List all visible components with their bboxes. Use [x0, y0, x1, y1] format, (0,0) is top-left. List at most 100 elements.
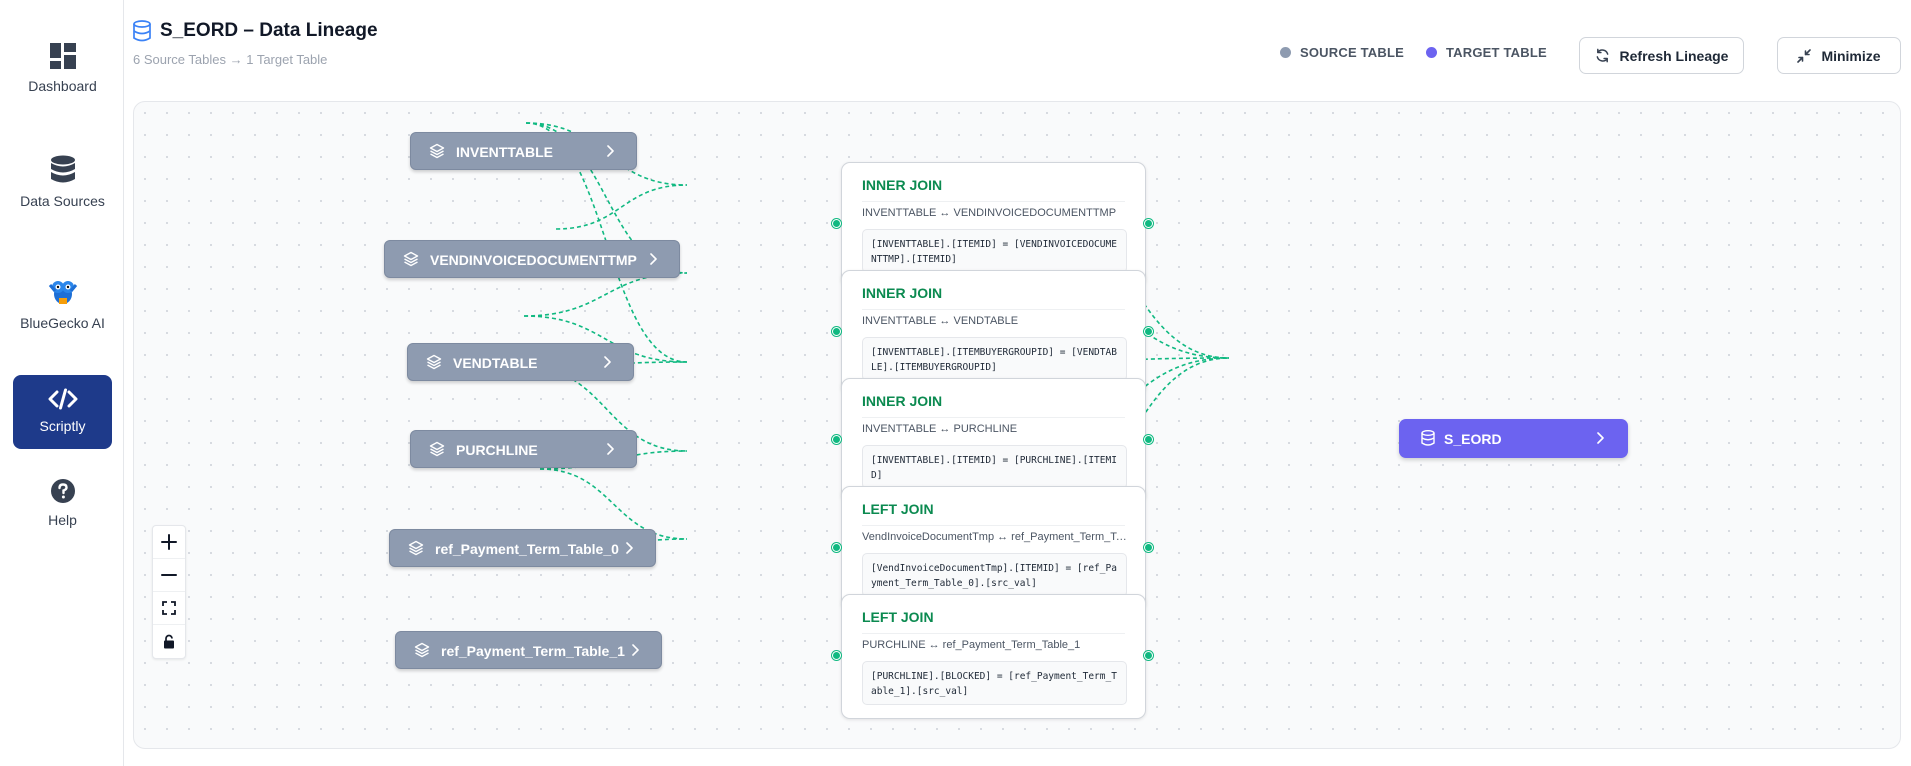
join-input-handle[interactable] — [832, 651, 841, 660]
target-legend-dot — [1426, 47, 1437, 58]
legend-target: TARGET TABLE — [1426, 45, 1547, 60]
join-input-handle[interactable] — [832, 327, 841, 336]
lock-icon — [164, 634, 174, 649]
minus-icon — [161, 574, 177, 576]
join-card[interactable]: INNER JOIN INVENTTABLE ↔ PURCHLINE [INVE… — [841, 378, 1146, 503]
zoom-controls — [152, 525, 186, 659]
source-node-inventtable[interactable]: INVENTTABLE — [410, 132, 637, 170]
refresh-icon — [1596, 48, 1608, 63]
join-output-handle[interactable] — [1144, 651, 1153, 660]
join-card[interactable]: INNER JOIN INVENTTABLE ↔ VENDINVOICEDOCU… — [841, 162, 1146, 287]
join-output-handle[interactable] — [1144, 435, 1153, 444]
database-icon — [1421, 430, 1435, 446]
source-node-label: ref_Payment_Term_Table_0 — [435, 541, 619, 557]
join-relation: INVENTTABLE ↔ VENDTABLE — [862, 315, 1019, 327]
source-node-vendtable[interactable]: VENDTABLE — [407, 343, 634, 381]
source-node-vendinvoicedocumenttmp[interactable]: VENDINVOICEDOCUMENTTMP — [384, 240, 680, 278]
source-to-join-edge — [555, 184, 688, 230]
join-divider — [862, 525, 1125, 526]
database-icon — [50, 155, 76, 185]
join-condition: [PURCHLINE].[BLOCKED] = [ref_Payment_Ter… — [862, 661, 1127, 705]
join-input-handle[interactable] — [832, 543, 841, 552]
source-node-label: ref_Payment_Term_Table_1 — [441, 643, 625, 659]
sidebar-item-label: BlueGecko AI — [20, 315, 105, 331]
join-divider — [862, 633, 1125, 634]
refresh-lineage-button[interactable]: Refresh Lineage — [1579, 37, 1744, 74]
target-node-s-eord[interactable]: S_EORD — [1399, 419, 1628, 458]
join-condition: [INVENTTABLE].[ITEMID] = [PURCHLINE].[IT… — [862, 445, 1127, 489]
chevron-right-icon — [626, 542, 633, 554]
zoom-out-button[interactable] — [153, 559, 185, 592]
chevron-right-icon — [607, 443, 614, 455]
chevron-right-icon — [607, 145, 614, 157]
source-node-ref-payment-term-table-0[interactable]: ref_Payment_Term_Table_0 — [389, 529, 656, 567]
page-header: S_EORD – Data Lineage 6 Source Tables → … — [124, 0, 1911, 100]
lineage-canvas[interactable]: INVENTTABLE VENDINVOICEDOCUMENTTMP VENDT… — [133, 101, 1901, 749]
sidebar-item-help[interactable]: Help — [13, 476, 112, 532]
sidebar-item-label: Data Sources — [20, 193, 105, 209]
app-root: Dashboard Data Sources BlueGecko AI Scri… — [0, 0, 1911, 766]
chevron-right-icon — [632, 644, 639, 656]
title-row: S_EORD – Data Lineage — [132, 20, 378, 42]
dashboard-icon — [49, 42, 77, 70]
fit-view-icon — [162, 601, 176, 615]
lock-button[interactable] — [153, 625, 185, 658]
join-relation: INVENTTABLE ↔ VENDINVOICEDOCUMENTTMP — [862, 207, 1117, 219]
layers-icon — [429, 441, 445, 457]
database-icon — [133, 20, 151, 42]
source-to-join-edge — [523, 272, 688, 317]
join-card[interactable]: LEFT JOIN VendInvoiceDocumentTmp ↔ ref_P… — [841, 486, 1146, 611]
join-condition: [INVENTTABLE].[ITEMBUYERGROUPID] = [VEND… — [862, 337, 1127, 381]
join-relation: VendInvoiceDocumentTmp ↔ ref_Payment_Ter… — [862, 531, 1127, 543]
join-input-handle[interactable] — [832, 435, 841, 444]
page-title: S_EORD – Data Lineage — [160, 20, 378, 41]
layers-icon — [414, 642, 430, 658]
page-subtitle: 6 Source Tables → 1 Target Table — [133, 52, 328, 67]
join-output-handle[interactable] — [1144, 219, 1153, 228]
join-output-handle[interactable] — [1144, 543, 1153, 552]
join-type: LEFT JOIN — [862, 609, 934, 625]
zoom-in-button[interactable] — [153, 526, 185, 559]
join-divider — [862, 417, 1125, 418]
sidebar-item-label: Help — [48, 512, 77, 528]
layers-icon — [429, 143, 445, 159]
minimize-button[interactable]: Minimize — [1777, 37, 1901, 74]
join-relation: INVENTTABLE ↔ PURCHLINE — [862, 423, 1018, 435]
minimize-label: Minimize — [1821, 47, 1881, 64]
join-card[interactable]: INNER JOIN INVENTTABLE ↔ VENDTABLE [INVE… — [841, 270, 1146, 395]
sidebar-item-data-sources[interactable]: Data Sources — [13, 140, 112, 226]
target-node-label: S_EORD — [1444, 431, 1502, 447]
join-condition: [VendInvoiceDocumentTmp].[ITEMID] = [ref… — [862, 553, 1127, 597]
join-divider — [862, 201, 1125, 202]
sidebar-item-bluegecko-ai[interactable]: BlueGecko AI — [13, 262, 112, 348]
source-node-ref-payment-term-table-1[interactable]: ref_Payment_Term_Table_1 — [395, 631, 662, 669]
refresh-lineage-label: Refresh Lineage — [1619, 47, 1729, 64]
source-node-label: VENDINVOICEDOCUMENTTMP — [430, 252, 637, 268]
join-condition: [INVENTTABLE].[ITEMID] = [VENDINVOICEDOC… — [862, 229, 1127, 273]
source-node-label: PURCHLINE — [456, 442, 538, 458]
chevron-right-icon — [650, 253, 657, 265]
plus-icon — [161, 534, 177, 550]
layers-icon — [408, 540, 424, 556]
fit-view-button[interactable] — [153, 592, 185, 625]
sidebar-item-label: Dashboard — [28, 78, 97, 94]
legend-label: SOURCE TABLE — [1300, 45, 1404, 60]
help-circle-icon — [50, 478, 76, 504]
join-type: INNER JOIN — [862, 285, 943, 301]
source-legend-dot — [1280, 47, 1291, 58]
sidebar-item-scriptly[interactable]: Scriptly — [13, 375, 112, 449]
layers-icon — [426, 354, 442, 370]
join-relation: PURCHLINE ↔ ref_Payment_Term_Table_1 — [862, 639, 1081, 651]
code-icon — [48, 388, 78, 410]
join-output-handle[interactable] — [1144, 327, 1153, 336]
sidebar-item-dashboard[interactable]: Dashboard — [13, 34, 112, 104]
source-node-purchline[interactable]: PURCHLINE — [410, 430, 637, 468]
join-input-handle[interactable] — [832, 219, 841, 228]
join-type: LEFT JOIN — [862, 501, 934, 517]
sidebar: Dashboard Data Sources BlueGecko AI Scri… — [0, 0, 124, 766]
join-card[interactable]: LEFT JOIN PURCHLINE ↔ ref_Payment_Term_T… — [841, 594, 1146, 719]
source-node-label: INVENTTABLE — [456, 144, 553, 160]
join-type: INNER JOIN — [862, 177, 943, 193]
chevron-right-icon — [1597, 432, 1604, 444]
source-node-label: VENDTABLE — [453, 355, 538, 371]
